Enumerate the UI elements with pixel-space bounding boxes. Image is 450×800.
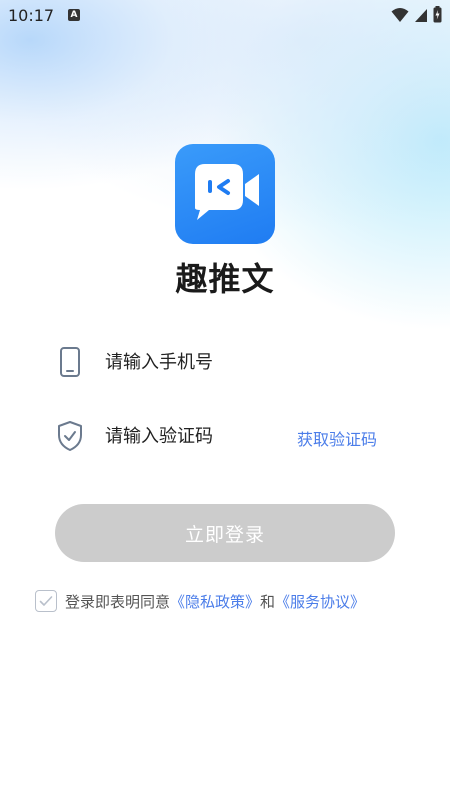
check-icon: [39, 596, 53, 606]
agreement-checkbox[interactable]: [35, 590, 57, 612]
agreement-prefix: 登录即表明同意: [65, 592, 171, 611]
battery-icon: [433, 6, 442, 23]
service-agreement-link[interactable]: 《服务协议》: [275, 591, 365, 612]
phone-row: [55, 342, 395, 382]
status-time: 10:17: [8, 6, 55, 25]
phone-icon: [55, 346, 85, 378]
shield-check-icon: [55, 420, 85, 452]
status-bar: 10:17 A: [0, 0, 450, 32]
agreement-conjunction: 和: [260, 592, 276, 611]
notification-letter: A: [70, 10, 78, 20]
phone-input[interactable]: [105, 351, 285, 373]
code-input[interactable]: [105, 425, 285, 447]
signal-icon: [415, 8, 427, 22]
video-chat-bubble-icon: [195, 164, 259, 220]
agreement-row: 登录即表明同意 《隐私政策》 和 《服务协议》: [35, 589, 365, 613]
app-name: 趣推文: [175, 260, 275, 298]
get-code-button[interactable]: 获取验证码: [297, 426, 377, 450]
app-logo: [175, 144, 275, 244]
privacy-policy-link[interactable]: 《隐私政策》: [170, 591, 260, 612]
login-button[interactable]: 立即登录: [55, 504, 395, 562]
notification-icon: A: [68, 9, 80, 21]
wifi-icon: [391, 7, 409, 22]
status-icons: [391, 6, 442, 23]
